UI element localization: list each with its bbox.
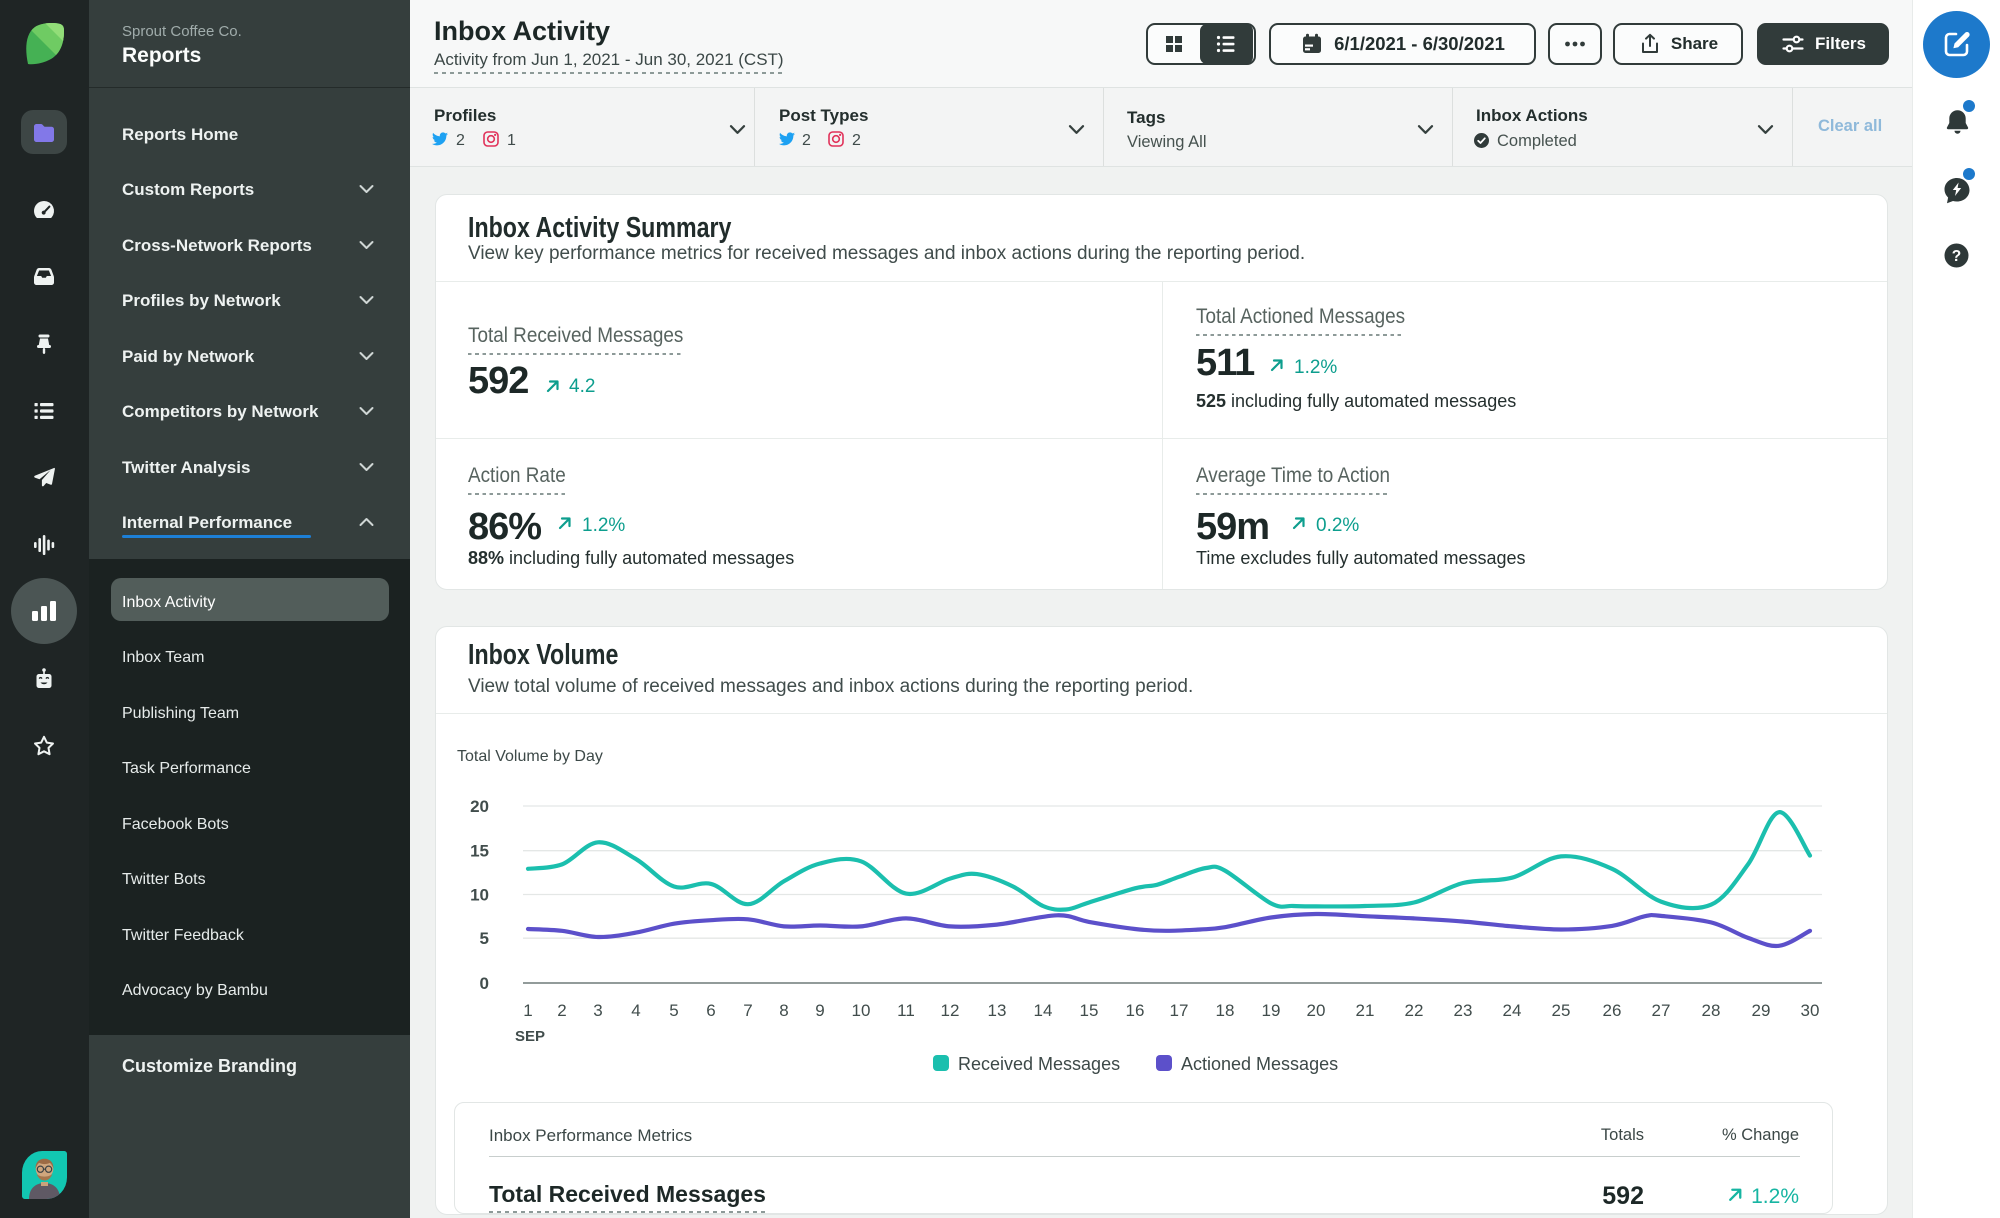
svg-text:13: 13 [988,1001,1007,1020]
svg-text:25: 25 [1552,1001,1571,1020]
svg-text:Actioned Messages: Actioned Messages [1181,1054,1338,1074]
svg-text:0: 0 [480,974,489,993]
svg-text:27: 27 [1652,1001,1671,1020]
svg-text:?: ? [1952,248,1961,265]
svg-text:12: 12 [941,1001,960,1020]
svg-text:6: 6 [706,1001,715,1020]
svg-text:4: 4 [631,1001,640,1020]
svg-text:22: 22 [1405,1001,1424,1020]
svg-text:1: 1 [523,1001,532,1020]
svg-text:8: 8 [779,1001,788,1020]
svg-text:3: 3 [593,1001,602,1020]
svg-text:16: 16 [1126,1001,1145,1020]
svg-text:20: 20 [1307,1001,1326,1020]
svg-text:7: 7 [743,1001,752,1020]
svg-text:15: 15 [1080,1001,1099,1020]
svg-text:9: 9 [815,1001,824,1020]
svg-text:20: 20 [470,797,489,816]
svg-text:17: 17 [1170,1001,1189,1020]
svg-text:11: 11 [897,1001,915,1020]
svg-text:28: 28 [1702,1001,1721,1020]
svg-text:19: 19 [1262,1001,1281,1020]
svg-text:10: 10 [852,1001,871,1020]
svg-text:2: 2 [557,1001,566,1020]
svg-text:29: 29 [1752,1001,1771,1020]
svg-text:5: 5 [480,929,489,948]
svg-text:18: 18 [1216,1001,1235,1020]
svg-text:30: 30 [1801,1001,1820,1020]
svg-text:24: 24 [1503,1001,1522,1020]
svg-text:14: 14 [1034,1001,1053,1020]
svg-text:21: 21 [1356,1001,1375,1020]
svg-text:10: 10 [470,886,489,905]
svg-text:15: 15 [470,842,489,861]
svg-text:5: 5 [669,1001,678,1020]
svg-text:26: 26 [1603,1001,1622,1020]
svg-text:Received Messages: Received Messages [958,1054,1120,1074]
svg-text:23: 23 [1454,1001,1473,1020]
svg-text:SEP: SEP [515,1028,545,1045]
